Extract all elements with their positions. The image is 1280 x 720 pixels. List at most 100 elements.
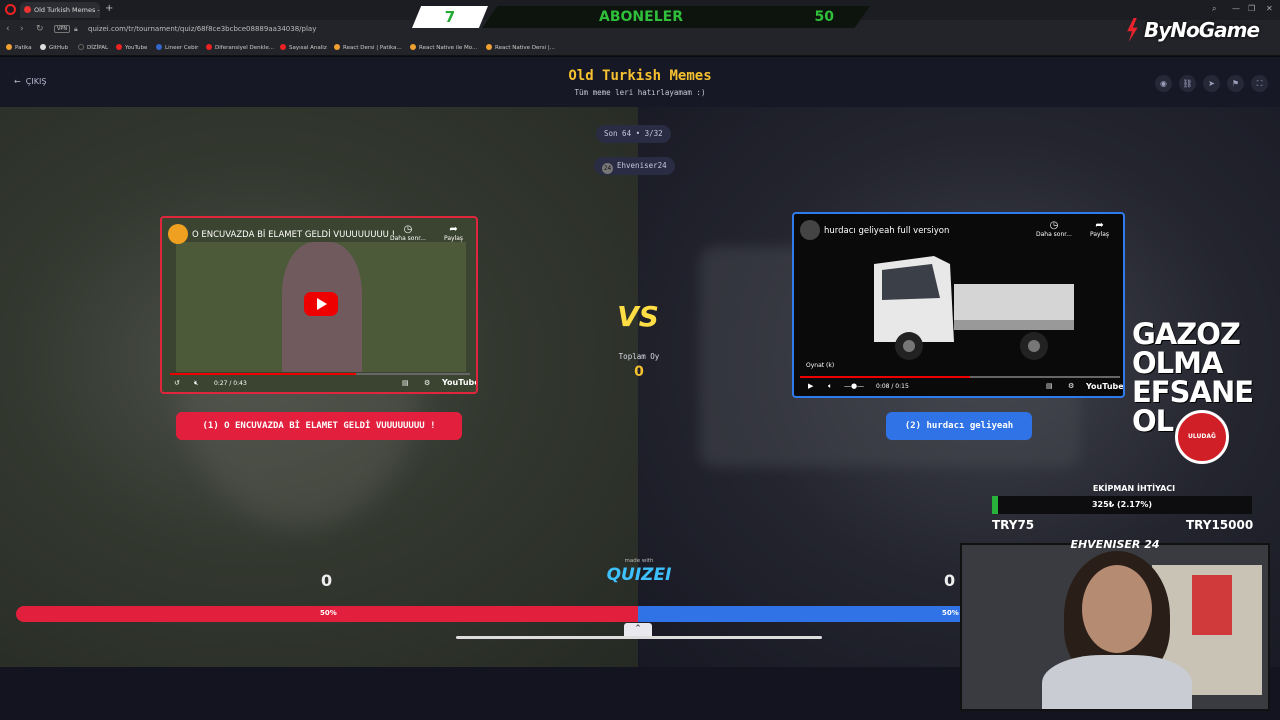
reload-icon[interactable]: ↻ (36, 24, 44, 34)
clock-icon: ◷ (403, 224, 413, 235)
total-votes-label: Toplam Oy (618, 352, 660, 361)
promo-line: GAZOZ (1132, 317, 1241, 351)
webcam-feed (960, 543, 1270, 711)
maximize-icon[interactable]: ❐ (1248, 4, 1255, 13)
address-bar[interactable]: quizei.com/tr/tournament/quiz/68f8ce3bcb… (88, 25, 316, 33)
play-tooltip: Oynat (k) (806, 362, 835, 369)
equipment-goal-progress: 325₺ (2.17%) (1091, 500, 1153, 509)
bookmark-item[interactable]: GitHub (40, 44, 68, 51)
back-icon[interactable]: ‹ (6, 24, 10, 34)
app-header: ← ÇIKIŞ Old Turkish Memes Tüm meme leri … (0, 57, 1280, 107)
bookmark-icon (410, 44, 416, 50)
bookmark-item[interactable]: YouTube (116, 44, 147, 51)
promo-line: EFSANE (1132, 375, 1254, 409)
bookmark-item[interactable]: React Native Dersi |... (486, 44, 555, 51)
left-video-player[interactable]: O ENCUVAZDA Bİ ELAMET GELDİ VUUUUUUUU ! … (160, 216, 478, 394)
link-icon[interactable]: ⛓ (1179, 75, 1196, 92)
bookmark-item[interactable]: Patika (6, 44, 32, 51)
left-percent: 50% (320, 609, 337, 617)
minimize-icon[interactable]: — (1232, 4, 1240, 13)
subscriber-current: 7 (412, 6, 488, 28)
browser-tab[interactable]: Old Turkish Memes - Tier (20, 2, 100, 18)
replay-icon[interactable]: ↺ (174, 379, 180, 387)
webcam-fridge (1192, 575, 1232, 635)
made-with-label: made with (624, 558, 654, 564)
page-subtitle: Tüm meme leri hatırlayamam :) (574, 88, 706, 97)
play-icon[interactable]: ▶ (808, 382, 813, 390)
right-video-title[interactable]: hurdacı geliyeah full versiyon (824, 226, 949, 236)
fullscreen-icon[interactable]: ⛶ (1251, 75, 1268, 92)
bookmark-item[interactable]: Diferansiyel Denkle... (206, 44, 274, 51)
round-pill: Son 64 • 3/32 (596, 125, 671, 143)
right-vote-bar (638, 606, 966, 622)
channel-avatar[interactable] (168, 224, 188, 244)
settings-icon[interactable]: ⚙ (1068, 382, 1074, 390)
captions-icon[interactable]: ▤ (1046, 382, 1053, 390)
webcam-person-body (1042, 655, 1192, 709)
left-score: 0 (321, 571, 333, 590)
share-button[interactable]: ➦ Paylaş (444, 224, 463, 242)
page-title: Old Turkish Memes (568, 68, 712, 84)
opera-logo-icon[interactable] (5, 4, 16, 15)
subscriber-goal: 50 (814, 9, 834, 25)
bookmark-item[interactable]: DİZİPAL (78, 44, 108, 51)
eye-icon[interactable]: ◉ (1155, 75, 1172, 92)
webcam-label: EHVENISER 24 (1070, 538, 1160, 551)
forward-icon[interactable]: › (20, 24, 24, 34)
subscriber-counter: 7 ABONELER 50 (412, 6, 870, 28)
youtube-icon (206, 44, 212, 50)
lock-icon: 🔒︎ (74, 25, 78, 33)
choice-right-button[interactable]: (2) hurdacı geliyeah (886, 412, 1032, 440)
share-icon[interactable]: ➤ (1203, 75, 1220, 92)
bookmark-item[interactable]: React Native ile Mo... (410, 44, 477, 51)
channel-avatar[interactable] (800, 220, 820, 240)
user-name: Ehveniser24 (617, 161, 667, 170)
truck-image (854, 234, 1084, 374)
right-video-player[interactable]: hurdacı geliyeah full versiyon ◷ Daha son… (792, 212, 1125, 398)
tab-title: Old Turkish Memes - Tier (34, 6, 100, 14)
flag-icon[interactable]: ⚑ (1227, 75, 1244, 92)
bookmark-item[interactable]: React Dersi | Patika... (334, 44, 402, 51)
bynogame-brand: ByNoGame (1144, 18, 1260, 42)
promo-line: OLMA (1132, 346, 1223, 380)
right-score: 0 (944, 571, 956, 590)
youtube-play-button[interactable] (304, 292, 338, 316)
uludag-badge-logo: ULUDAĞ (1175, 410, 1229, 464)
chevron-up-icon[interactable]: ⌃ (624, 623, 652, 636)
vpn-badge[interactable]: VPN (54, 25, 71, 33)
search-icon[interactable]: ⌕ (1212, 4, 1216, 14)
share-button[interactable]: ➦ Paylaş (1090, 220, 1109, 238)
left-video-title[interactable]: O ENCUVAZDA Bİ ELAMET GELDİ VUUUUUUUU ! (192, 230, 395, 240)
volume-slider[interactable]: —●— (844, 382, 864, 390)
captions-icon[interactable]: ▤ (402, 379, 409, 387)
volume-icon[interactable]: 🔈︎ (828, 382, 832, 391)
bottom-scroll-indicator (456, 636, 822, 639)
bookmark-icon (6, 44, 12, 50)
watch-later-button[interactable]: ◷ Daha sonr... (390, 224, 426, 242)
youtube-logo[interactable]: YouTube (442, 378, 476, 387)
bookmark-item[interactable]: Sayısal Analiz (280, 44, 327, 51)
settings-icon[interactable]: ⚙ (424, 379, 430, 387)
watch-later-button[interactable]: ◷ Daha sonr... (1036, 220, 1072, 238)
mute-icon[interactable]: 🔇︎ (194, 379, 198, 388)
quizei-logo[interactable]: QUIZEI (600, 565, 678, 585)
total-votes-value: 0 (634, 364, 644, 380)
bookmark-icon (334, 44, 340, 50)
equipment-goal-max: TRY15000 (1186, 518, 1254, 532)
vs-icon: VS (617, 300, 659, 333)
bookmarks-bar: Patika GitHub DİZİPAL YouTube Lineer Ceb… (0, 40, 1280, 56)
subscriber-label: ABONELER (599, 9, 683, 25)
close-window-icon[interactable]: ✕ (1266, 4, 1273, 13)
right-progress-fill (800, 376, 970, 378)
choice-left-button[interactable]: (1) O ENCUVAZDA Bİ ELAMET GELDİ VUUUUUUU… (176, 412, 462, 440)
equipment-goal-min: TRY75 (992, 518, 1035, 532)
youtube-icon (280, 44, 286, 50)
new-tab-icon[interactable]: + (105, 3, 113, 14)
share-arrow-icon: ➦ (1095, 220, 1104, 231)
screen: Old Turkish Memes - Tier + ⌕ — ❐ ✕ ‹ › ↻… (0, 0, 1280, 720)
bookmark-item[interactable]: Lineer Cebir (156, 44, 198, 51)
youtube-logo[interactable]: YouTube (1086, 382, 1123, 391)
user-avatar: 24 (602, 163, 613, 174)
right-percent: 50% (942, 609, 959, 617)
bookmark-icon (486, 44, 492, 50)
